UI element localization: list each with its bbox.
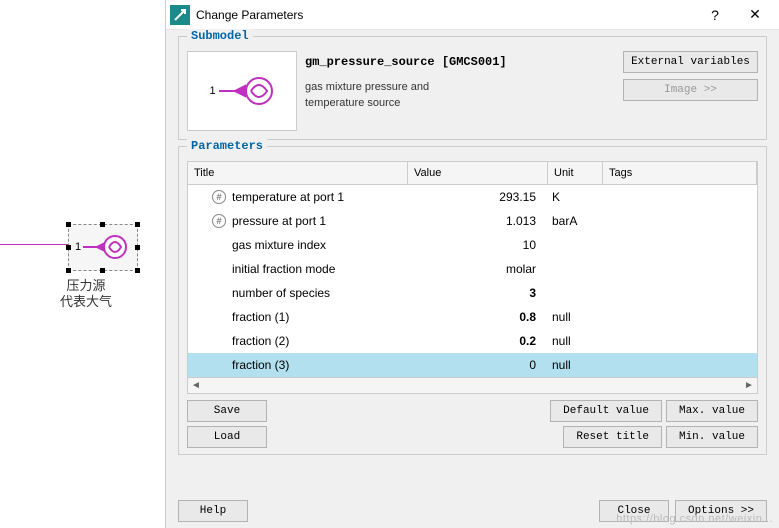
help-button[interactable]: Help [178,500,248,522]
titlebar: Change Parameters ? ✕ [166,0,779,30]
param-title: gas mixture index [232,238,326,252]
load-button[interactable]: Load [187,426,267,448]
param-title: temperature at port 1 [232,190,344,204]
table-row[interactable]: fraction (2) 0.2null [188,329,757,353]
help-button[interactable]: ? [695,1,735,29]
scroll-left-icon[interactable]: ◄ [188,378,204,394]
default-value-button[interactable]: Default value [550,400,662,422]
param-title: fraction (3) [232,358,289,372]
pressure-source-icon [83,233,129,261]
submodel-name: gm_pressure_source [GMCS001] [305,55,615,69]
pressure-source-icon [219,74,275,108]
external-variables-button[interactable]: External variables [623,51,758,73]
hash-icon: # [212,214,226,228]
col-tags[interactable]: Tags [603,162,757,184]
submodel-icon-box: 1 [187,51,297,131]
table-row[interactable]: fraction (1) 0.8null [188,305,757,329]
image-button[interactable]: Image >> [623,79,758,101]
parameters-group: Parameters Title Value Unit Tags #temper… [178,146,767,455]
col-unit[interactable]: Unit [548,162,603,184]
param-value[interactable]: 10 [408,238,548,252]
param-title: number of species [232,286,330,300]
table-row[interactable]: fraction (3) 0null [188,353,757,377]
min-value-button[interactable]: Min. value [666,426,758,448]
param-value[interactable]: molar [408,262,548,276]
param-value[interactable]: 293.15 [408,190,548,204]
parameters-group-title: Parameters [187,139,267,153]
table-row[interactable]: # pressure at port 1 1.013barA [188,209,757,233]
param-value[interactable]: 3 [408,286,548,300]
submodel-group-title: Submodel [187,29,253,43]
param-title: fraction (1) [232,310,289,324]
watermark: https://blog.csdn.net/weixin... [616,513,773,525]
canvas-area: 1 压力源 代表大气 [0,0,165,528]
param-unit: null [548,310,603,324]
param-unit: null [548,334,603,348]
param-value[interactable]: 0.2 [408,334,548,348]
port-wire [0,244,68,245]
param-value[interactable]: 0 [408,358,548,372]
param-title: initial fraction mode [232,262,335,276]
reset-title-button[interactable]: Reset title [563,426,662,448]
param-title: fraction (2) [232,334,289,348]
hash-icon: # [212,190,226,204]
table-row[interactable]: gas mixture index 10 [188,233,757,257]
selected-component[interactable]: 1 [68,224,138,271]
param-unit: K [548,190,603,204]
table-body: # temperature at port 1 293.15K # pressure a… [188,185,757,377]
param-value[interactable]: 1.013 [408,214,548,228]
col-title[interactable]: Title [188,162,408,184]
component-label: 压力源 代表大气 [60,278,112,310]
param-value[interactable]: 0.8 [408,310,548,324]
change-parameters-dialog: Change Parameters ? ✕ Submodel 1 gm_pres… [165,0,779,528]
table-row[interactable]: number of species 3 [188,281,757,305]
app-icon [170,5,190,25]
max-value-button[interactable]: Max. value [666,400,758,422]
table-row[interactable]: # temperature at port 1 293.15K [188,185,757,209]
table-row[interactable]: initial fraction mode molar [188,257,757,281]
table-header: Title Value Unit Tags [188,162,757,185]
param-unit: barA [548,214,603,228]
parameters-table: Title Value Unit Tags # temperature at po… [187,161,758,394]
scroll-right-icon[interactable]: ► [741,378,757,394]
save-button[interactable]: Save [187,400,267,422]
submodel-group: Submodel 1 gm_pressure_source [GMCS001] … [178,36,767,140]
param-title: pressure at port 1 [232,214,326,228]
param-unit: null [548,358,603,372]
close-window-button[interactable]: ✕ [735,1,775,29]
port-number: 1 [75,241,81,253]
dialog-title: Change Parameters [196,8,695,22]
submodel-text: gm_pressure_source [GMCS001] gas mixture… [305,51,615,131]
col-value[interactable]: Value [408,162,548,184]
horizontal-scrollbar[interactable]: ◄ ► [188,377,757,393]
